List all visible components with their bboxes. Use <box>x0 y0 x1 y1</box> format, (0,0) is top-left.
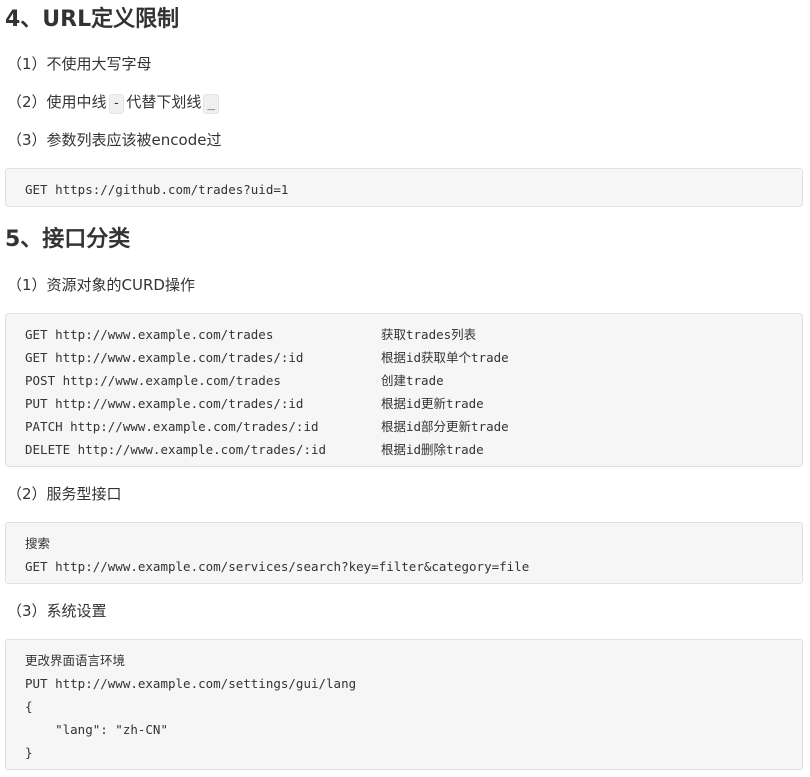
code-block-example-url: GET https://github.com/trades?uid=1 <box>5 168 803 207</box>
code-description: 根据id获取单个trade <box>381 350 509 365</box>
curd-subheading: （1）资源对象的CURD操作 <box>7 276 195 294</box>
code-request: PUT http://www.example.com/trades/:id <box>25 396 304 411</box>
rule-hyphen-prefix: （2）使用中线 <box>7 93 107 111</box>
code-block-curd: GET http://www.example.com/trades 获取trade… <box>5 313 803 467</box>
code-line: "lang": "zh-CN" <box>25 722 168 737</box>
code-description: 创建trade <box>381 373 444 388</box>
rule-hyphen: （2）使用中线 - 代替下划线 _ <box>7 91 221 114</box>
code-request: DELETE http://www.example.com/trades/:id <box>25 442 327 457</box>
code-line: GET http://www.example.com/services/sear… <box>25 559 530 574</box>
code-line: { <box>25 699 33 714</box>
code-request: PATCH http://www.example.com/trades/:id <box>25 419 319 434</box>
service-subheading: （2）服务型接口 <box>7 485 122 503</box>
code-line: GET https://github.com/trades?uid=1 <box>25 182 289 197</box>
code-line: PUT http://www.example.com/settings/gui/… <box>25 676 357 691</box>
code-description: 根据id更新trade <box>381 396 484 411</box>
code-request: GET http://www.example.com/trades/:id <box>25 350 304 365</box>
rule-hyphen-middle: 代替下划线 <box>126 93 202 111</box>
code-block-service: 搜索 GET http://www.example.com/services/s… <box>5 522 803 584</box>
section4-heading: 4、URL定义限制 <box>5 7 180 32</box>
inline-code-underscore: _ <box>203 94 220 114</box>
code-description: 根据id部分更新trade <box>381 419 509 434</box>
code-row: PATCH http://www.example.com/trades/:id 根… <box>25 415 802 438</box>
settings-subheading: （3）系统设置 <box>7 602 107 620</box>
code-row: PUT http://www.example.com/trades/:id 根据i… <box>25 392 802 415</box>
code-block-settings: 更改界面语言环境 PUT http://www.example.com/sett… <box>5 639 803 770</box>
code-row: GET http://www.example.com/trades 获取trade… <box>25 323 802 346</box>
code-description: 获取trades列表 <box>381 327 477 342</box>
rule-no-uppercase: （1）不使用大写字母 <box>7 55 152 73</box>
code-request: POST http://www.example.com/trades <box>25 373 281 388</box>
code-description: 根据id删除trade <box>381 442 484 457</box>
code-row: DELETE http://www.example.com/trades/:id… <box>25 438 802 461</box>
section5-heading: 5、接口分类 <box>5 227 131 252</box>
code-row: POST http://www.example.com/trades 创建trad… <box>25 369 802 392</box>
code-line: } <box>25 745 33 760</box>
rule-encode: （3）参数列表应该被encode过 <box>7 131 222 149</box>
inline-code-hyphen: - <box>108 94 125 114</box>
code-row: GET http://www.example.com/trades/:id 根据i… <box>25 346 802 369</box>
code-line: 更改界面语言环境 <box>25 653 126 668</box>
code-request: GET http://www.example.com/trades <box>25 327 274 342</box>
code-line: 搜索 <box>25 536 51 551</box>
